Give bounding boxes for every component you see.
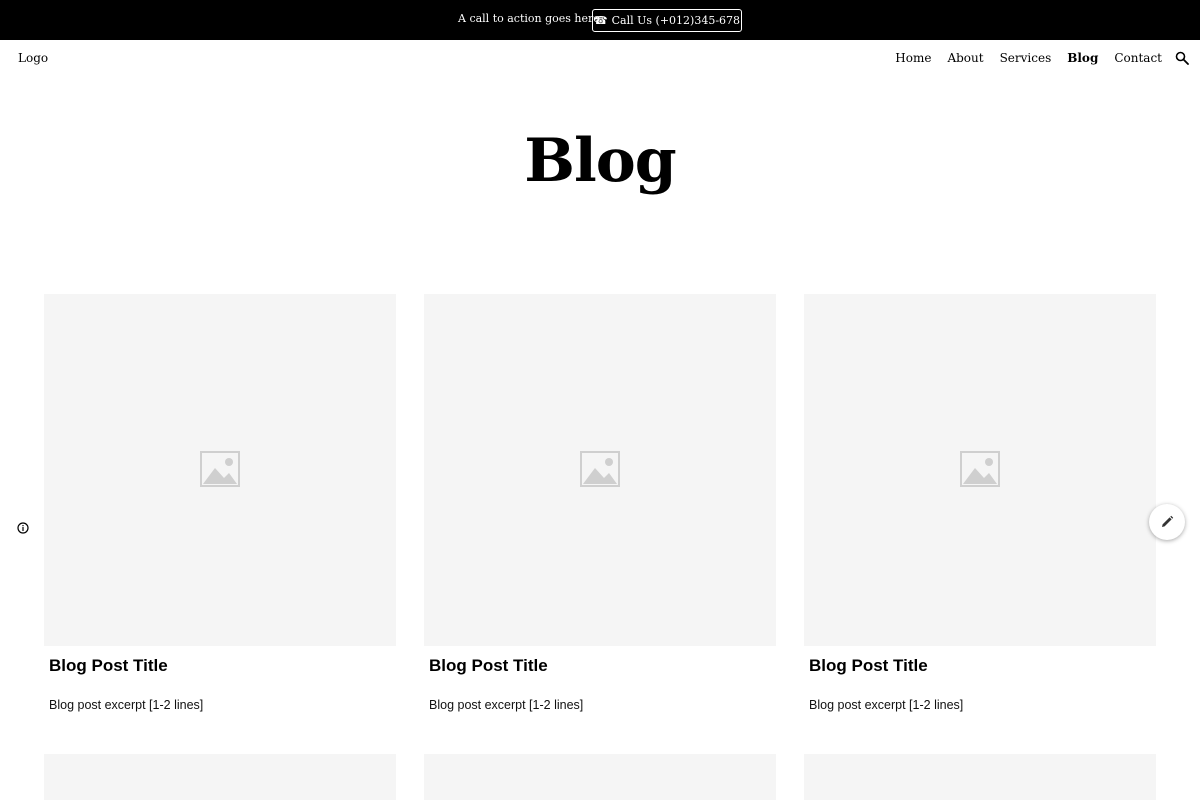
next-post-image[interactable] [44,754,396,800]
post-excerpt: Blog post excerpt [1-2 lines] [429,698,584,712]
search-icon[interactable] [1175,51,1189,65]
post-excerpt: Blog post excerpt [1-2 lines] [49,698,204,712]
next-post-image[interactable] [424,754,776,800]
image-placeholder-icon [200,451,240,487]
next-post-image[interactable] [804,754,1156,800]
nav-item-blog[interactable]: Blog [1067,51,1098,65]
pencil-icon [1162,515,1174,527]
site-header: Logo Home About Services Blog Contact [0,40,1200,76]
post-title[interactable]: Blog Post Title [429,656,548,676]
blog-post-card[interactable]: Blog Post Title Blog post excerpt [1-2 l… [44,294,396,712]
edit-button[interactable] [1149,504,1185,540]
post-image[interactable] [424,294,776,646]
nav-item-home[interactable]: Home [895,51,931,65]
post-title[interactable]: Blog Post Title [49,656,168,676]
call-us-label: Call Us (+012)345-678 [611,14,741,27]
announcement-text: A call to action goes here [458,12,600,25]
image-placeholder-icon [960,451,1000,487]
blog-post-card[interactable]: Blog Post Title Blog post excerpt [1-2 l… [424,294,776,712]
page-title: Blog [524,126,676,196]
nav-item-services[interactable]: Services [1000,51,1052,65]
main-nav: Home About Services Blog Contact [895,51,1162,65]
logo[interactable]: Logo [18,51,48,65]
call-us-button[interactable]: ☎ Call Us (+012)345-678 [592,9,742,32]
announcement-bar: A call to action goes here ☎ Call Us (+0… [0,0,1200,40]
info-icon[interactable] [17,522,29,534]
post-image[interactable] [804,294,1156,646]
post-excerpt: Blog post excerpt [1-2 lines] [809,698,964,712]
post-image[interactable] [44,294,396,646]
blog-post-card[interactable]: Blog Post Title Blog post excerpt [1-2 l… [804,294,1156,712]
nav-item-contact[interactable]: Contact [1114,51,1162,65]
image-placeholder-icon [580,451,620,487]
nav-item-about[interactable]: About [947,51,983,65]
phone-icon: ☎ [593,14,608,27]
post-title[interactable]: Blog Post Title [809,656,928,676]
